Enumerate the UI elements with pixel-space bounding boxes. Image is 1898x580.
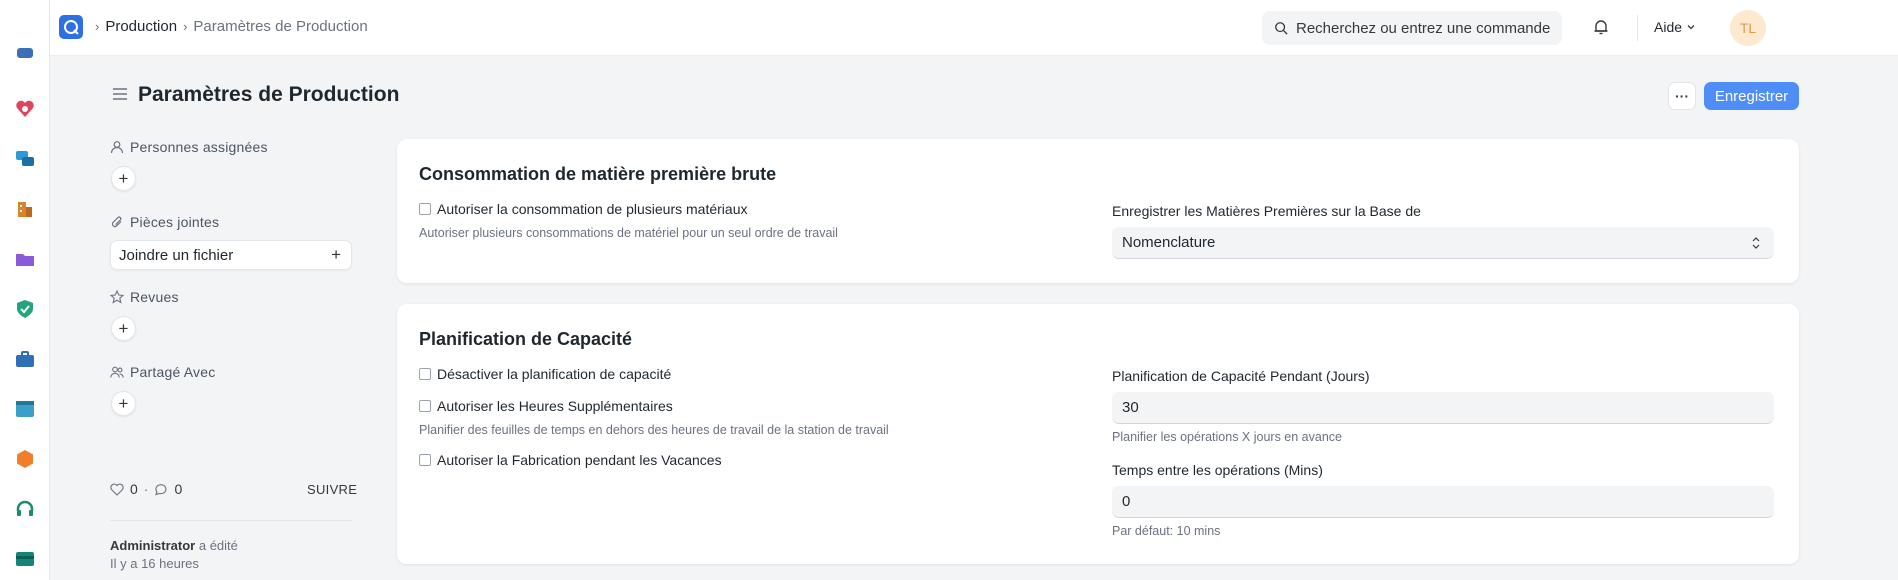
- sidebar-divider: [110, 520, 352, 521]
- consumption-section: Consommation de matière première brute A…: [397, 139, 1799, 283]
- multi-material-label: Autoriser la consommation de plusieurs m…: [437, 201, 748, 217]
- backflush-select[interactable]: Nomenclature: [1112, 227, 1774, 259]
- backflush-label: Enregistrer les Matières Premières sur l…: [1112, 203, 1421, 219]
- select-arrows-icon: [1752, 236, 1760, 249]
- breadcrumb: › Production › Paramètres de Production: [95, 18, 368, 35]
- comment-icon[interactable]: [154, 483, 168, 496]
- help-dropdown[interactable]: Aide: [1654, 19, 1696, 35]
- time-between-label: Temps entre les opérations (Mins): [1112, 462, 1323, 478]
- notification-bell-icon[interactable]: [1592, 18, 1610, 36]
- save-button[interactable]: Enregistrer: [1704, 82, 1799, 110]
- capacity-section-title: Planification de Capacité: [419, 329, 633, 349]
- shared-label: Partagé Avec: [130, 364, 216, 380]
- breadcrumb-current[interactable]: Paramètres de Production: [193, 18, 367, 35]
- card-icon[interactable]: [15, 549, 35, 569]
- attach-file-button[interactable]: Joindre un fichier +: [110, 240, 352, 270]
- hexagon-icon[interactable]: [15, 449, 35, 469]
- activity-action: a édité: [198, 538, 238, 553]
- headset-icon[interactable]: [15, 499, 35, 519]
- plus-icon: +: [118, 393, 129, 413]
- shield-check-icon[interactable]: [15, 299, 35, 319]
- checkbox-box[interactable]: [419, 454, 431, 466]
- avatar[interactable]: TL: [1730, 10, 1766, 46]
- activity-entry: Administrator a édité: [110, 537, 238, 555]
- overtime-description: Planifier des feuilles de temps en dehor…: [419, 423, 889, 437]
- add-review-button[interactable]: +: [111, 316, 136, 341]
- folder-icon[interactable]: [15, 249, 35, 269]
- reviews-label: Revues: [130, 289, 179, 305]
- disable-capacity-label: Désactiver la planification de capacité: [437, 366, 672, 382]
- search-icon: [1275, 22, 1288, 35]
- capacity-days-value: 30: [1122, 399, 1139, 416]
- capacity-days-description: Planifier les opérations X jours en avan…: [1112, 430, 1342, 444]
- capacity-days-input[interactable]: 30: [1112, 392, 1774, 424]
- stats-separator: ·: [143, 481, 149, 497]
- add-assignee-button[interactable]: +: [111, 166, 136, 191]
- box-icon[interactable]: [15, 48, 35, 68]
- backflush-value: Nomenclature: [1122, 234, 1216, 251]
- overtime-checkbox[interactable]: Autoriser les Heures Supplémentaires: [419, 398, 673, 414]
- checkbox-box[interactable]: [419, 400, 431, 412]
- window-icon[interactable]: [15, 399, 35, 419]
- logo-icon: [64, 20, 79, 35]
- plus-icon: +: [331, 245, 341, 264]
- star-icon: [110, 290, 124, 304]
- activity-log: Administrator a édité Il y a 16 heures: [110, 537, 238, 573]
- checkbox-box[interactable]: [419, 203, 431, 215]
- follow-button[interactable]: SUIVRE: [307, 482, 357, 497]
- time-between-description: Par défaut: 10 mins: [1112, 524, 1221, 538]
- plus-icon: +: [118, 168, 129, 188]
- chevron-down-icon: [1687, 25, 1695, 30]
- breadcrumb-production[interactable]: Production: [105, 18, 177, 35]
- capacity-section: Planification de Capacité Désactiver la …: [397, 304, 1799, 564]
- engagement-stats: 0 · 0: [110, 481, 182, 497]
- app-logo[interactable]: [59, 15, 83, 39]
- add-share-button[interactable]: +: [111, 391, 136, 416]
- attachments-section-label: Pièces jointes: [110, 214, 219, 230]
- chat-icon[interactable]: [15, 149, 35, 169]
- chevron-right-icon: ›: [183, 19, 188, 34]
- activity-user[interactable]: Administrator: [110, 538, 195, 553]
- disable-capacity-checkbox[interactable]: Désactiver la planification de capacité: [419, 366, 671, 382]
- assigned-section-label: Personnes assignées: [110, 139, 268, 155]
- search-input[interactable]: Recherchez ou entrez une commande: [1262, 11, 1562, 45]
- heart-shield-icon[interactable]: [15, 99, 35, 119]
- user-icon: [110, 141, 124, 154]
- time-between-value: 0: [1122, 493, 1131, 510]
- overtime-label: Autoriser les Heures Supplémentaires: [437, 398, 673, 414]
- time-between-input[interactable]: 0: [1112, 486, 1774, 518]
- assigned-label: Personnes assignées: [130, 139, 268, 155]
- reviews-section-label: Revues: [110, 289, 179, 305]
- navbar-divider: [1637, 15, 1638, 41]
- capacity-days-label: Planification de Capacité Pendant (Jours…: [1112, 368, 1370, 384]
- heart-icon[interactable]: [110, 483, 124, 496]
- checkbox-box[interactable]: [419, 368, 431, 380]
- attach-file-label: Joindre un fichier: [119, 246, 234, 264]
- likes-count: 0: [130, 481, 138, 497]
- attachments-label: Pièces jointes: [130, 214, 220, 230]
- building-icon[interactable]: [15, 199, 35, 219]
- chevron-right-icon: ›: [95, 19, 100, 34]
- sidebar-toggle-icon[interactable]: [112, 87, 128, 101]
- briefcase-icon[interactable]: [15, 349, 35, 369]
- shared-section-label: Partagé Avec: [110, 364, 215, 380]
- paperclip-icon: [111, 216, 122, 228]
- app-rail: [0, 0, 50, 580]
- page-title: Paramètres de Production: [138, 83, 400, 106]
- more-actions-button[interactable]: ···: [1668, 82, 1696, 110]
- users-icon: [110, 366, 124, 378]
- activity-time: Il y a 16 heures: [110, 556, 199, 571]
- holidays-label: Autoriser la Fabrication pendant les Vac…: [437, 452, 722, 468]
- multi-material-description: Autoriser plusieurs consommations de mat…: [419, 226, 838, 240]
- consumption-section-title: Consommation de matière première brute: [419, 164, 777, 184]
- help-label: Aide: [1654, 19, 1683, 35]
- plus-icon: +: [118, 318, 129, 338]
- comments-count: 0: [174, 481, 183, 497]
- holidays-checkbox[interactable]: Autoriser la Fabrication pendant les Vac…: [419, 452, 722, 468]
- multi-material-checkbox[interactable]: Autoriser la consommation de plusieurs m…: [419, 201, 747, 217]
- search-placeholder: Recherchez ou entrez une commande: [1296, 19, 1551, 37]
